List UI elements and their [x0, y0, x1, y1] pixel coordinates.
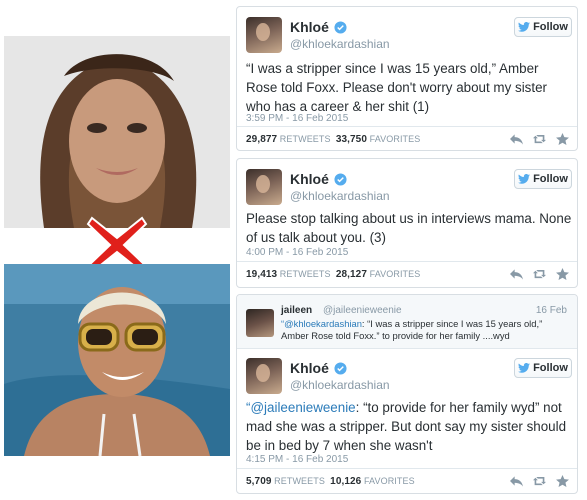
favorite-star-icon[interactable]	[556, 268, 569, 280]
quoted-date[interactable]: 16 Feb	[536, 305, 567, 316]
tweet-author-handle[interactable]: @khloekardashian	[290, 37, 390, 51]
twitter-bird-icon	[518, 174, 531, 184]
verified-badge-icon	[334, 21, 347, 34]
retweets-label: RETWEETS	[274, 476, 325, 486]
tweet-author-handle[interactable]: @khloekardashian	[290, 378, 390, 392]
divider	[237, 261, 577, 262]
favorite-count[interactable]: 10,126	[330, 476, 361, 487]
retweet-icon[interactable]	[533, 133, 546, 145]
favorites-label: FAVORITES	[363, 476, 415, 486]
tweet-author-name[interactable]: Khloé	[290, 19, 329, 35]
avatar[interactable]	[246, 17, 282, 53]
khloe-photo	[4, 36, 230, 228]
divider	[237, 126, 577, 127]
khloe-portrait-illustration	[4, 36, 230, 228]
tweet-mention[interactable]: “@jaileenieweenie	[246, 400, 356, 415]
tweet-author-name[interactable]: Khloé	[290, 171, 329, 187]
tweet-text: Please stop talking about us in intervie…	[246, 211, 572, 245]
retweets-label: RETWEETS	[279, 134, 331, 144]
reply-icon[interactable]	[510, 475, 523, 487]
reply-icon[interactable]	[510, 133, 523, 145]
follow-button[interactable]: Follow	[514, 169, 572, 189]
favorites-label: FAVORITES	[369, 134, 421, 144]
favorites-label: FAVORITES	[369, 269, 421, 279]
quoted-text: “@khloekardashian: “I was a stripper sin…	[281, 318, 571, 342]
tweet-text: “I was a stripper since I was 15 years o…	[246, 61, 547, 114]
quoted-tweet[interactable]: jaileen @jaileenieweenie 16 Feb “@khloek…	[237, 295, 577, 349]
follow-label: Follow	[533, 173, 568, 185]
twitter-bird-icon	[518, 22, 531, 32]
tweet-stats: 29,877 RETWEETS 33,750 FAVORITES	[246, 134, 420, 145]
retweets-label: RETWEETS	[279, 269, 331, 279]
retweet-count[interactable]: 29,877	[246, 134, 277, 145]
tweet-stats: 19,413 RETWEETS 28,127 FAVORITES	[246, 269, 420, 280]
tweet-author-handle[interactable]: @khloekardashian	[290, 189, 390, 203]
avatar[interactable]	[246, 169, 282, 205]
quoted-author-handle[interactable]: @jaileenieweenie	[323, 305, 402, 316]
twitter-bird-icon	[518, 363, 531, 373]
follow-button[interactable]: Follow	[514, 358, 572, 378]
follow-label: Follow	[533, 21, 568, 33]
tweet-stats: 5,709 RETWEETS 10,126 FAVORITES	[246, 476, 415, 487]
tweet-timestamp[interactable]: 3:59 PM - 16 Feb 2015	[246, 113, 348, 124]
quoted-mention[interactable]: “@khloekardashian	[281, 318, 362, 329]
favorite-star-icon[interactable]	[556, 133, 569, 145]
quoted-author-name[interactable]: jaileen	[281, 305, 312, 316]
verified-badge-icon	[334, 362, 347, 375]
divider	[237, 468, 577, 469]
favorite-count[interactable]: 28,127	[336, 269, 367, 280]
retweet-count[interactable]: 19,413	[246, 269, 277, 280]
tweet-author-name[interactable]: Khloé	[290, 360, 329, 376]
tweet-timestamp[interactable]: 4:00 PM - 16 Feb 2015	[246, 247, 348, 258]
tweet-actions	[510, 268, 569, 280]
tweet-actions	[510, 475, 569, 487]
verified-badge-icon	[334, 173, 347, 186]
tweet-timestamp[interactable]: 4:15 PM - 16 Feb 2015	[246, 454, 348, 465]
retweet-icon[interactable]	[533, 268, 546, 280]
tweet-text: “@jaileenieweenie: “to provide for her f…	[246, 398, 572, 455]
amber-portrait-illustration	[4, 264, 230, 456]
avatar[interactable]	[246, 358, 282, 394]
tweet-actions	[510, 133, 569, 145]
favorite-star-icon[interactable]	[556, 475, 569, 487]
avatar[interactable]	[246, 309, 274, 337]
retweet-icon[interactable]	[533, 475, 546, 487]
tweet-card-3[interactable]: jaileen @jaileenieweenie 16 Feb “@khloek…	[236, 294, 578, 494]
tweet-card-2[interactable]: Khloé @khloekardashian Follow Please sto…	[236, 158, 578, 288]
amber-photo	[4, 264, 230, 456]
favorite-count[interactable]: 33,750	[336, 134, 367, 145]
tweet-card-1[interactable]: Khloé @khloekardashian Follow “I was a s…	[236, 6, 578, 151]
reply-icon[interactable]	[510, 268, 523, 280]
retweet-count[interactable]: 5,709	[246, 476, 272, 487]
follow-label: Follow	[533, 362, 568, 374]
follow-button[interactable]: Follow	[514, 17, 572, 37]
